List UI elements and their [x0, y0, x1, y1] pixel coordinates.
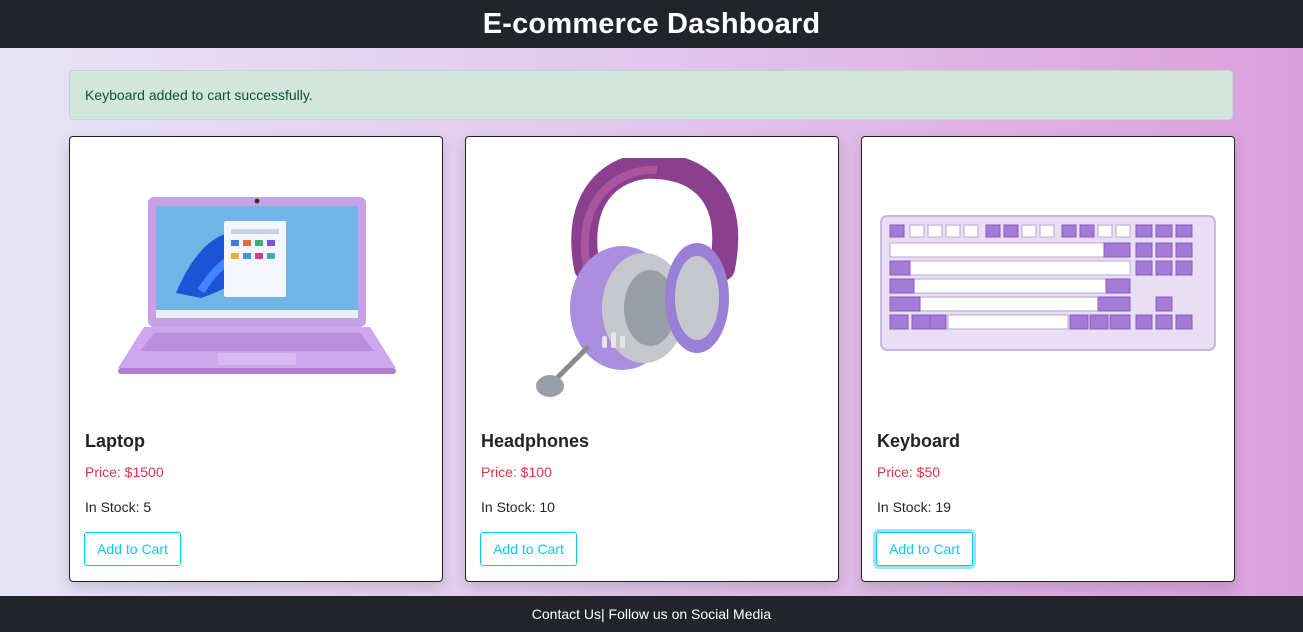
add-to-cart-button[interactable]: Add to Cart [876, 532, 973, 566]
headphones-icon [536, 158, 739, 397]
product-card-headphones: Headphones Price: $100 In Stock: 10 Add … [465, 136, 839, 582]
product-name: Keyboard [877, 431, 961, 451]
product-stock: In Stock: 19 [877, 499, 951, 515]
product-stock: In Stock: 10 [481, 499, 555, 515]
product-name: Headphones [481, 431, 590, 451]
product-stock: In Stock: 5 [85, 499, 152, 515]
footer-text: Contact Us| Follow us on Social Media [531, 606, 772, 622]
product-price: Price: $50 [877, 464, 941, 480]
add-to-cart-button[interactable]: Add to Cart [84, 532, 181, 566]
product-card-laptop: Laptop Price: $1500 In Stock: 5 Add to C… [69, 136, 443, 582]
page-footer: Contact Us| Follow us on Social Media [0, 596, 1303, 632]
product-image-laptop [85, 152, 427, 414]
product-card-keyboard: Keyboard Price: $50 In Stock: 19 Add to … [861, 136, 1235, 582]
add-to-cart-button[interactable]: Add to Cart [480, 532, 577, 566]
product-price: Price: $1500 [85, 464, 164, 480]
keyboard-icon [880, 215, 1216, 351]
laptop-icon [118, 197, 396, 374]
product-image-headphones [481, 152, 823, 414]
page-title: E-commerce Dashboard [482, 7, 821, 40]
alert-message: Keyboard added to cart successfully. [85, 87, 313, 103]
success-alert: Keyboard added to cart successfully. [69, 70, 1233, 120]
product-image-keyboard [877, 152, 1219, 414]
product-price: Price: $100 [481, 464, 552, 480]
product-name: Laptop [85, 431, 145, 451]
page-header: E-commerce Dashboard [0, 0, 1303, 48]
